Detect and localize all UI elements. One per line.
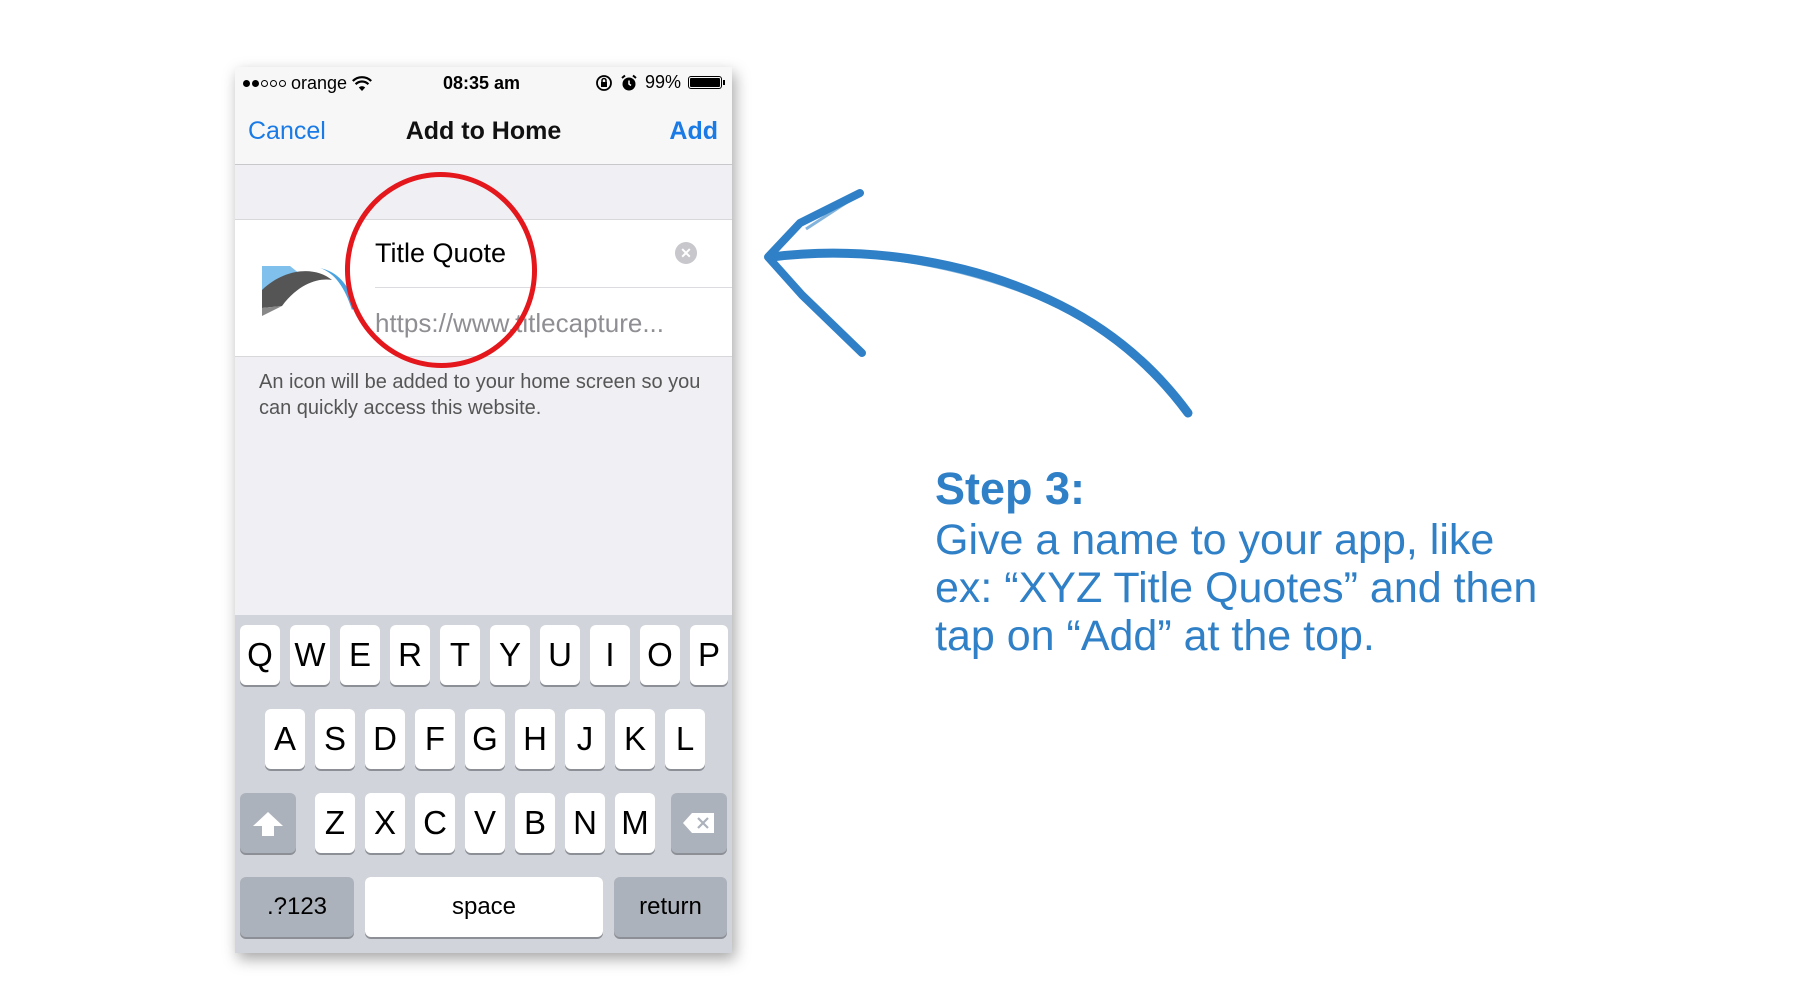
key-v[interactable]: V xyxy=(465,793,505,853)
key-j[interactable]: J xyxy=(565,709,605,769)
nav-title: Add to Home xyxy=(405,117,562,145)
battery-percent: 99% xyxy=(644,72,681,92)
key-a[interactable]: A xyxy=(265,709,305,769)
pointer-arrow-icon xyxy=(764,189,1193,418)
key-u[interactable]: U xyxy=(540,625,580,685)
key-w[interactable]: W xyxy=(290,625,330,685)
signal-strength-icon xyxy=(243,80,286,87)
carrier-name: orange xyxy=(291,73,348,93)
add-button[interactable]: Add xyxy=(669,117,718,146)
key-s[interactable]: S xyxy=(315,709,355,769)
key-f[interactable]: F xyxy=(415,709,455,769)
key-m[interactable]: M xyxy=(615,793,655,853)
key-q[interactable]: Q xyxy=(240,625,280,685)
status-right-group: 99% xyxy=(595,72,725,93)
keyboard-row-2: A S D F G H J K L xyxy=(235,709,732,769)
status-time: 08:35 am xyxy=(443,73,521,93)
keyboard-row-3: Z X C V B N M xyxy=(235,793,732,853)
clear-text-icon[interactable]: ✕ xyxy=(675,242,697,264)
keyboard-row-1: Q W E R T Y U I O P xyxy=(235,625,732,685)
shift-key[interactable] xyxy=(240,793,296,853)
space-key[interactable]: space xyxy=(365,877,603,937)
key-i[interactable]: I xyxy=(590,625,630,685)
key-d[interactable]: D xyxy=(365,709,405,769)
key-y[interactable]: Y xyxy=(490,625,530,685)
key-z[interactable]: Z xyxy=(315,793,355,853)
instruction-line-2: ex: “XYZ Title Quotes” and then xyxy=(935,564,1538,612)
key-p[interactable]: P xyxy=(690,625,728,685)
key-c[interactable]: C xyxy=(415,793,455,853)
key-l[interactable]: L xyxy=(665,709,705,769)
key-g[interactable]: G xyxy=(465,709,505,769)
shift-arrow-icon xyxy=(253,812,283,836)
wifi-icon xyxy=(352,75,373,91)
key-e[interactable]: E xyxy=(340,625,380,685)
backspace-icon xyxy=(683,813,714,833)
numbers-key[interactable]: .?123 xyxy=(240,877,354,937)
add-to-home-description: An icon will be added to your home scree… xyxy=(259,371,701,419)
navigation-bar: Cancel Add to Home Add xyxy=(235,97,732,165)
backspace-key[interactable] xyxy=(671,793,727,853)
status-bar: orange 08:35 am 99% xyxy=(235,67,732,97)
keyboard-row-4: .?123 space return xyxy=(235,877,732,937)
key-n[interactable]: N xyxy=(565,793,605,853)
keyboard: Q W E R T Y U I O P A S D F G H J K L Z xyxy=(235,615,732,953)
carrier-group: orange xyxy=(243,73,373,94)
instruction-line-1: Give a name to your app, like xyxy=(935,516,1495,564)
key-r[interactable]: R xyxy=(390,625,430,685)
key-o[interactable]: O xyxy=(640,625,680,685)
instruction-line-3: tap on “Add” at the top. xyxy=(935,612,1375,660)
alarm-icon xyxy=(621,74,637,90)
battery-icon xyxy=(688,76,725,89)
rotation-lock-icon xyxy=(596,74,612,91)
return-key[interactable]: return xyxy=(614,877,727,937)
key-h[interactable]: H xyxy=(515,709,555,769)
step-heading: Step 3: xyxy=(935,463,1086,514)
key-x[interactable]: X xyxy=(365,793,405,853)
key-k[interactable]: K xyxy=(615,709,655,769)
key-b[interactable]: B xyxy=(515,793,555,853)
key-t[interactable]: T xyxy=(440,625,480,685)
